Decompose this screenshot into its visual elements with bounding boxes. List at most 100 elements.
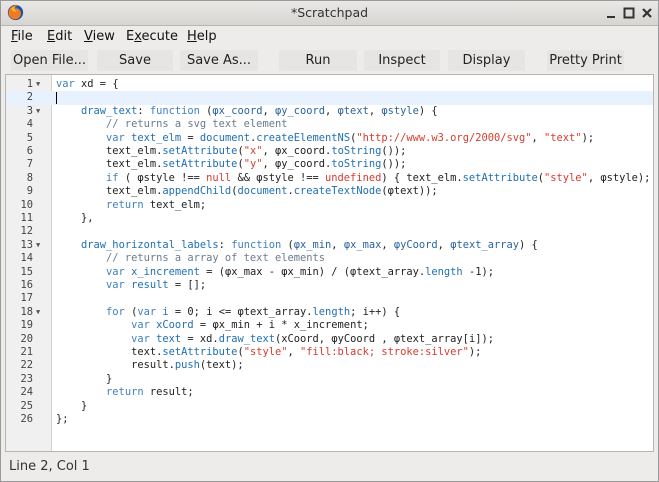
code-text: var text = xd.draw_text(xCoord, φyCoord … xyxy=(131,332,494,345)
code-line[interactable]: 20 var text = xd.draw_text(xCoord, φyCoo… xyxy=(6,333,653,346)
code-line[interactable]: 18 ▼ for (var i = 0; i <= φtext_array.len… xyxy=(6,306,653,319)
code-line[interactable]: 2 xyxy=(6,91,653,105)
code-line[interactable]: 5 var text_elm = document.createElementN… xyxy=(6,132,653,145)
line-number: 11 xyxy=(20,212,33,224)
title-bar[interactable]: *Scratchpad xyxy=(1,1,658,26)
line-number: 2 xyxy=(26,91,33,104)
code-text: result.push(text); xyxy=(56,359,244,372)
toolbar: Open File... Save Save As... Run Inspect… xyxy=(1,49,658,73)
status-bar: Line 2, Col 1 xyxy=(1,453,658,481)
code-text: text_elm.setAttribute("x", φx_coord.toSt… xyxy=(56,145,407,157)
code-text: var result = []; xyxy=(106,279,207,291)
fold-arrow-icon[interactable]: ▼ xyxy=(36,239,40,252)
menu-edit[interactable]: Edit xyxy=(47,29,72,44)
code-text: }; xyxy=(56,413,69,425)
line-number: 4 xyxy=(26,118,33,131)
line-number: 1 xyxy=(26,78,33,90)
line-number: 24 xyxy=(20,386,33,399)
code-line[interactable]: 8 if ( φstyle !== null && φstyle !== und… xyxy=(6,172,653,185)
maximize-icon[interactable] xyxy=(622,6,636,20)
line-number: 18 xyxy=(20,305,33,318)
code-text: return text_elm; xyxy=(106,198,207,211)
text-cursor xyxy=(56,92,57,105)
code-line[interactable]: 1 ▼ var xd = { xyxy=(6,78,653,91)
pretty-print-button[interactable]: Pretty Print xyxy=(547,50,624,71)
code-line[interactable]: 17 xyxy=(6,292,653,305)
line-number: 25 xyxy=(20,399,33,412)
close-icon[interactable] xyxy=(640,6,654,20)
code-line[interactable]: 15 var x_increment = (φx_max - φx_min) /… xyxy=(6,266,653,279)
menu-file[interactable]: File xyxy=(11,29,33,44)
menu-execute[interactable]: Execute xyxy=(126,29,178,44)
display-button[interactable]: Display xyxy=(448,50,525,71)
code-line[interactable]: 19 var xCoord = φx_min + i * x_increment… xyxy=(6,319,653,332)
code-line[interactable]: 14 // returns a array of text elements xyxy=(6,252,653,265)
code-line[interactable]: 12 xyxy=(6,225,653,238)
minimize-icon[interactable] xyxy=(604,6,618,20)
code-line[interactable]: 4 // returns a svg text element xyxy=(6,118,653,131)
line-number: 22 xyxy=(20,359,33,372)
line-number: 20 xyxy=(20,332,33,345)
line-number: 16 xyxy=(20,279,33,291)
line-number: 13 xyxy=(20,238,33,251)
code-line[interactable]: 11 }, xyxy=(6,212,653,225)
save-button[interactable]: Save xyxy=(97,50,173,71)
inspect-button[interactable]: Inspect xyxy=(364,50,440,71)
code-line[interactable]: 9 text_elm.appendChild(document.createTe… xyxy=(6,185,653,198)
fold-arrow-icon[interactable]: ▼ xyxy=(36,306,40,319)
code-text: var x_increment = (φx_max - φx_min) / (φ… xyxy=(106,265,494,278)
save-as-button[interactable]: Save As... xyxy=(180,50,258,71)
code-line[interactable]: 23 } xyxy=(6,373,653,386)
code-text: } xyxy=(56,372,113,385)
code-text: // returns a array of text elements xyxy=(106,252,325,265)
code-line[interactable]: 10 return text_elm; xyxy=(6,199,653,212)
line-number: 19 xyxy=(20,319,33,332)
code-text: text.setAttribute("style", "fill:black; … xyxy=(56,346,482,358)
code-text: // returns a svg text element xyxy=(106,118,288,131)
line-number: 14 xyxy=(20,252,33,265)
code-text: } xyxy=(56,399,88,412)
line-number: 9 xyxy=(26,185,33,198)
code-text: text_elm.appendChild(document.createText… xyxy=(56,185,438,198)
line-number: 8 xyxy=(26,171,33,184)
code-line[interactable]: 3 ▼ draw_text: function (φx_coord, φy_coo… xyxy=(6,105,653,118)
code-line[interactable]: 7 text_elm.setAttribute("y", φy_coord.to… xyxy=(6,158,653,171)
line-number: 6 xyxy=(26,145,33,157)
menu-help[interactable]: Help xyxy=(187,29,217,44)
code-text: return result; xyxy=(106,386,194,399)
code-line[interactable]: 24 return result; xyxy=(6,386,653,399)
code-line[interactable]: 22 result.push(text); xyxy=(6,359,653,372)
fold-arrow-icon[interactable]: ▼ xyxy=(36,105,40,118)
code-text: }, xyxy=(56,212,94,224)
code-line[interactable]: 21 text.setAttribute("style", "fill:blac… xyxy=(6,346,653,359)
line-number: 21 xyxy=(20,346,33,358)
open-file-button[interactable]: Open File... xyxy=(11,50,88,71)
code-editor[interactable]: 1 ▼ var xd = {2 3 ▼ draw_text: function (φx_… xyxy=(5,74,654,452)
line-number: 5 xyxy=(26,131,33,144)
line-number: 12 xyxy=(20,225,33,238)
line-number: 23 xyxy=(20,372,33,385)
code-line[interactable]: 26}; xyxy=(6,413,653,426)
code-text: var xd = { xyxy=(56,78,119,90)
run-button[interactable]: Run xyxy=(279,50,357,71)
code-text: draw_horizontal_labels: function (φx_min… xyxy=(81,238,538,251)
code-text: text_elm.setAttribute("y", φy_coord.toSt… xyxy=(56,158,407,171)
code-line[interactable]: 25 } xyxy=(6,400,653,413)
line-number: 15 xyxy=(20,265,33,278)
code-text: if ( φstyle !== null && φstyle !== undef… xyxy=(106,171,651,184)
cursor-position-status: Line 2, Col 1 xyxy=(9,459,90,474)
line-number: 7 xyxy=(26,158,33,171)
menu-view[interactable]: View xyxy=(84,29,115,44)
code-text: for (var i = 0; i <= φtext_array.length;… xyxy=(106,305,401,318)
code-line[interactable]: 16 var result = []; xyxy=(6,279,653,292)
code-line[interactable]: 13 ▼ draw_horizontal_labels: function (φx… xyxy=(6,239,653,252)
line-number: 26 xyxy=(20,413,33,425)
line-number: 10 xyxy=(20,198,33,211)
code-text: var xCoord = φx_min + i * x_increment; xyxy=(131,319,369,332)
menu-bar: File Edit View Execute Help xyxy=(1,26,658,47)
fold-arrow-icon[interactable]: ▼ xyxy=(36,78,40,91)
scratchpad-window: *Scratchpad File Edit View Execute Help … xyxy=(0,0,659,482)
code-line[interactable]: 6 text_elm.setAttribute("x", φx_coord.to… xyxy=(6,145,653,158)
code-text: draw_text: function (φx_coord, φy_coord,… xyxy=(81,104,438,117)
code-text: var text_elm = document.createElementNS(… xyxy=(106,131,595,144)
